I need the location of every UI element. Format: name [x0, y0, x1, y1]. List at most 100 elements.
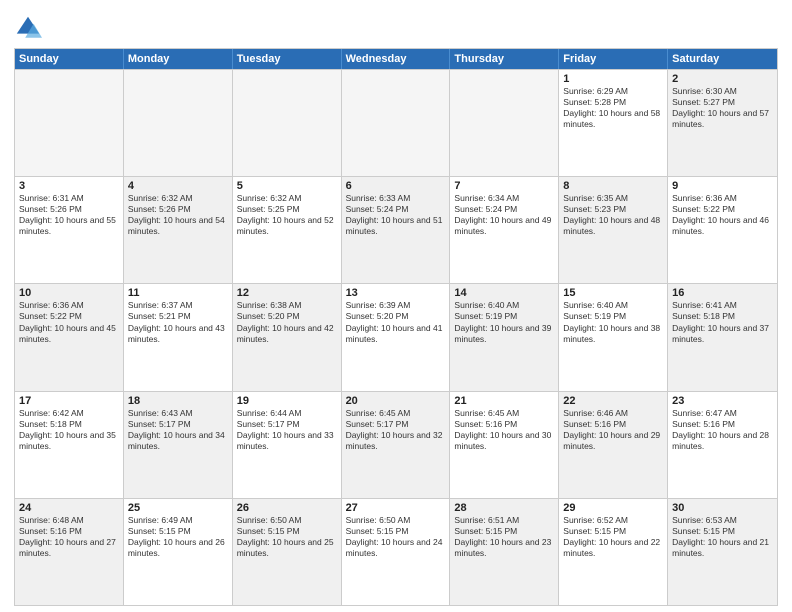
day-cell-27: 27Sunrise: 6:50 AM Sunset: 5:15 PM Dayli… [342, 499, 451, 605]
day-cell-6: 6Sunrise: 6:33 AM Sunset: 5:24 PM Daylig… [342, 177, 451, 283]
day-info: Sunrise: 6:47 AM Sunset: 5:16 PM Dayligh… [672, 408, 773, 452]
day-info: Sunrise: 6:46 AM Sunset: 5:16 PM Dayligh… [563, 408, 663, 452]
calendar-row-3: 17Sunrise: 6:42 AM Sunset: 5:18 PM Dayli… [15, 391, 777, 498]
weekday-header-friday: Friday [559, 49, 668, 69]
day-cell-25: 25Sunrise: 6:49 AM Sunset: 5:15 PM Dayli… [124, 499, 233, 605]
day-number: 23 [672, 395, 773, 407]
day-cell-24: 24Sunrise: 6:48 AM Sunset: 5:16 PM Dayli… [15, 499, 124, 605]
day-number: 13 [346, 287, 446, 299]
day-cell-21: 21Sunrise: 6:45 AM Sunset: 5:16 PM Dayli… [450, 392, 559, 498]
day-info: Sunrise: 6:50 AM Sunset: 5:15 PM Dayligh… [237, 515, 337, 559]
day-cell-18: 18Sunrise: 6:43 AM Sunset: 5:17 PM Dayli… [124, 392, 233, 498]
day-info: Sunrise: 6:48 AM Sunset: 5:16 PM Dayligh… [19, 515, 119, 559]
day-info: Sunrise: 6:36 AM Sunset: 5:22 PM Dayligh… [672, 193, 773, 237]
day-number: 11 [128, 287, 228, 299]
empty-cell-0-0 [15, 70, 124, 176]
day-cell-11: 11Sunrise: 6:37 AM Sunset: 5:21 PM Dayli… [124, 284, 233, 390]
day-number: 25 [128, 502, 228, 514]
day-number: 4 [128, 180, 228, 192]
day-cell-2: 2Sunrise: 6:30 AM Sunset: 5:27 PM Daylig… [668, 70, 777, 176]
day-cell-5: 5Sunrise: 6:32 AM Sunset: 5:25 PM Daylig… [233, 177, 342, 283]
weekday-header-monday: Monday [124, 49, 233, 69]
day-cell-23: 23Sunrise: 6:47 AM Sunset: 5:16 PM Dayli… [668, 392, 777, 498]
day-info: Sunrise: 6:32 AM Sunset: 5:25 PM Dayligh… [237, 193, 337, 237]
day-number: 12 [237, 287, 337, 299]
day-info: Sunrise: 6:40 AM Sunset: 5:19 PM Dayligh… [563, 300, 663, 344]
weekday-header-wednesday: Wednesday [342, 49, 451, 69]
day-info: Sunrise: 6:29 AM Sunset: 5:28 PM Dayligh… [563, 86, 663, 130]
day-info: Sunrise: 6:31 AM Sunset: 5:26 PM Dayligh… [19, 193, 119, 237]
day-cell-4: 4Sunrise: 6:32 AM Sunset: 5:26 PM Daylig… [124, 177, 233, 283]
day-number: 27 [346, 502, 446, 514]
day-number: 30 [672, 502, 773, 514]
day-info: Sunrise: 6:38 AM Sunset: 5:20 PM Dayligh… [237, 300, 337, 344]
day-info: Sunrise: 6:53 AM Sunset: 5:15 PM Dayligh… [672, 515, 773, 559]
day-info: Sunrise: 6:40 AM Sunset: 5:19 PM Dayligh… [454, 300, 554, 344]
day-cell-7: 7Sunrise: 6:34 AM Sunset: 5:24 PM Daylig… [450, 177, 559, 283]
day-number: 1 [563, 73, 663, 85]
empty-cell-0-2 [233, 70, 342, 176]
weekday-header-thursday: Thursday [450, 49, 559, 69]
day-number: 29 [563, 502, 663, 514]
day-info: Sunrise: 6:35 AM Sunset: 5:23 PM Dayligh… [563, 193, 663, 237]
day-number: 26 [237, 502, 337, 514]
day-info: Sunrise: 6:44 AM Sunset: 5:17 PM Dayligh… [237, 408, 337, 452]
day-number: 17 [19, 395, 119, 407]
day-number: 24 [19, 502, 119, 514]
empty-cell-0-4 [450, 70, 559, 176]
calendar: SundayMondayTuesdayWednesdayThursdayFrid… [14, 48, 778, 606]
logo-icon [14, 14, 42, 42]
day-number: 6 [346, 180, 446, 192]
day-number: 5 [237, 180, 337, 192]
day-cell-19: 19Sunrise: 6:44 AM Sunset: 5:17 PM Dayli… [233, 392, 342, 498]
day-number: 28 [454, 502, 554, 514]
day-number: 22 [563, 395, 663, 407]
day-info: Sunrise: 6:34 AM Sunset: 5:24 PM Dayligh… [454, 193, 554, 237]
calendar-row-2: 10Sunrise: 6:36 AM Sunset: 5:22 PM Dayli… [15, 283, 777, 390]
day-number: 21 [454, 395, 554, 407]
day-cell-22: 22Sunrise: 6:46 AM Sunset: 5:16 PM Dayli… [559, 392, 668, 498]
day-cell-13: 13Sunrise: 6:39 AM Sunset: 5:20 PM Dayli… [342, 284, 451, 390]
day-info: Sunrise: 6:36 AM Sunset: 5:22 PM Dayligh… [19, 300, 119, 344]
day-number: 20 [346, 395, 446, 407]
day-number: 18 [128, 395, 228, 407]
day-cell-12: 12Sunrise: 6:38 AM Sunset: 5:20 PM Dayli… [233, 284, 342, 390]
day-info: Sunrise: 6:45 AM Sunset: 5:16 PM Dayligh… [454, 408, 554, 452]
day-number: 2 [672, 73, 773, 85]
day-info: Sunrise: 6:39 AM Sunset: 5:20 PM Dayligh… [346, 300, 446, 344]
day-info: Sunrise: 6:43 AM Sunset: 5:17 PM Dayligh… [128, 408, 228, 452]
day-cell-3: 3Sunrise: 6:31 AM Sunset: 5:26 PM Daylig… [15, 177, 124, 283]
day-cell-15: 15Sunrise: 6:40 AM Sunset: 5:19 PM Dayli… [559, 284, 668, 390]
weekday-header-tuesday: Tuesday [233, 49, 342, 69]
day-cell-28: 28Sunrise: 6:51 AM Sunset: 5:15 PM Dayli… [450, 499, 559, 605]
day-info: Sunrise: 6:52 AM Sunset: 5:15 PM Dayligh… [563, 515, 663, 559]
calendar-header: SundayMondayTuesdayWednesdayThursdayFrid… [15, 49, 777, 69]
day-info: Sunrise: 6:42 AM Sunset: 5:18 PM Dayligh… [19, 408, 119, 452]
day-number: 15 [563, 287, 663, 299]
day-number: 8 [563, 180, 663, 192]
day-cell-16: 16Sunrise: 6:41 AM Sunset: 5:18 PM Dayli… [668, 284, 777, 390]
logo [14, 14, 44, 42]
day-info: Sunrise: 6:32 AM Sunset: 5:26 PM Dayligh… [128, 193, 228, 237]
calendar-row-4: 24Sunrise: 6:48 AM Sunset: 5:16 PM Dayli… [15, 498, 777, 605]
day-cell-26: 26Sunrise: 6:50 AM Sunset: 5:15 PM Dayli… [233, 499, 342, 605]
day-number: 7 [454, 180, 554, 192]
day-info: Sunrise: 6:45 AM Sunset: 5:17 PM Dayligh… [346, 408, 446, 452]
day-cell-8: 8Sunrise: 6:35 AM Sunset: 5:23 PM Daylig… [559, 177, 668, 283]
day-info: Sunrise: 6:41 AM Sunset: 5:18 PM Dayligh… [672, 300, 773, 344]
day-cell-17: 17Sunrise: 6:42 AM Sunset: 5:18 PM Dayli… [15, 392, 124, 498]
day-cell-9: 9Sunrise: 6:36 AM Sunset: 5:22 PM Daylig… [668, 177, 777, 283]
day-info: Sunrise: 6:51 AM Sunset: 5:15 PM Dayligh… [454, 515, 554, 559]
day-info: Sunrise: 6:30 AM Sunset: 5:27 PM Dayligh… [672, 86, 773, 130]
day-cell-20: 20Sunrise: 6:45 AM Sunset: 5:17 PM Dayli… [342, 392, 451, 498]
day-cell-29: 29Sunrise: 6:52 AM Sunset: 5:15 PM Dayli… [559, 499, 668, 605]
calendar-row-1: 3Sunrise: 6:31 AM Sunset: 5:26 PM Daylig… [15, 176, 777, 283]
day-info: Sunrise: 6:33 AM Sunset: 5:24 PM Dayligh… [346, 193, 446, 237]
weekday-header-sunday: Sunday [15, 49, 124, 69]
calendar-row-0: 1Sunrise: 6:29 AM Sunset: 5:28 PM Daylig… [15, 69, 777, 176]
day-cell-10: 10Sunrise: 6:36 AM Sunset: 5:22 PM Dayli… [15, 284, 124, 390]
day-info: Sunrise: 6:49 AM Sunset: 5:15 PM Dayligh… [128, 515, 228, 559]
day-number: 10 [19, 287, 119, 299]
day-number: 19 [237, 395, 337, 407]
header [14, 10, 778, 42]
